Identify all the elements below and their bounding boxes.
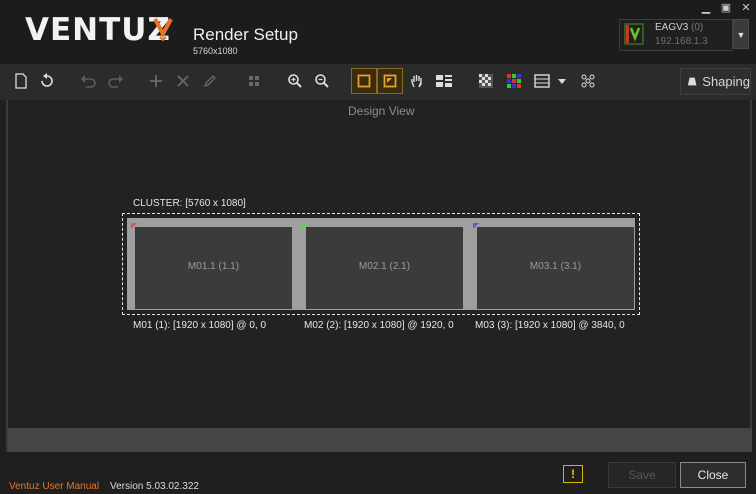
ventuz-logo: VENTUZ [25, 12, 171, 48]
delete-icon [177, 75, 189, 87]
design-view[interactable]: Design View CLUSTER: [5760 x 1080] M01.1… [6, 100, 752, 452]
cluster-area: M01.1 (1.1) M02.1 (2.1) M03.1 (3.1) [127, 218, 635, 310]
layout-list-button[interactable] [431, 68, 457, 94]
logo-mark-icon [153, 18, 173, 42]
monitor-2-corner-marker [302, 223, 308, 229]
color-grid-button[interactable] [501, 68, 527, 94]
redo-icon [108, 75, 123, 88]
monitor-2-caption: M02 (2): [1920 x 1080] @ 1920, 0 [304, 320, 454, 331]
monitor-1-label: M01.1 (1.1) [187, 261, 240, 272]
grid-icon [249, 76, 259, 86]
undo-icon [81, 75, 96, 88]
color-grid-icon [507, 74, 521, 88]
zoom-in-icon [288, 74, 302, 88]
user-manual-link[interactable]: Ventuz User Manual [9, 481, 99, 492]
select-corner-icon [383, 74, 397, 88]
pan-hand-button[interactable] [404, 68, 430, 94]
close-button[interactable]: Close [680, 462, 746, 488]
maximize-button[interactable]: ▣ [720, 1, 732, 14]
test-pattern-icon [534, 74, 550, 88]
monitor-3-corner-marker [473, 223, 479, 229]
monitor-3[interactable]: M03.1 (3.1) [473, 223, 634, 309]
page-title: Render Setup [193, 25, 298, 44]
edit-icon [203, 75, 216, 88]
monitor-1-caption: M01 (1): [1920 x 1080] @ 0, 0 [133, 320, 267, 331]
shaping-label: Shaping [702, 74, 750, 89]
reset-button[interactable] [34, 68, 60, 94]
monitor-2-label: M02.1 (2.1) [358, 261, 411, 272]
test-pattern-dropdown[interactable] [553, 68, 571, 94]
redo-button[interactable] [103, 68, 129, 94]
shaping-button[interactable]: Shaping [680, 68, 751, 95]
new-document-icon [15, 73, 27, 89]
version-label: Version 5.03.02.322 [110, 481, 199, 492]
monitor-1[interactable]: M01.1 (1.1) [131, 223, 292, 309]
device-status-icon [624, 23, 644, 45]
toolbar: Shaping [0, 64, 756, 100]
cluster-frame[interactable]: M01.1 (1.1) M02.1 (2.1) M03.1 (3.1) [122, 213, 640, 315]
device-count: (0) [691, 22, 704, 33]
zoom-out-icon [315, 74, 329, 88]
monitor-3-label: M03.1 (3.1) [529, 261, 582, 272]
monitor-3-caption: M03 (3): [1920 x 1080] @ 3840, 0 [475, 320, 625, 331]
add-button[interactable] [143, 68, 169, 94]
design-view-label: Design View [348, 104, 415, 118]
header-bar: VENTUZ Render Setup 5760x1080 ▁ ▣ ✕ EAGV… [0, 0, 756, 64]
delete-button[interactable] [170, 68, 196, 94]
checker-pattern-icon [479, 74, 493, 88]
checker-pattern-button[interactable] [473, 68, 499, 94]
undo-button[interactable] [75, 68, 101, 94]
device-dropdown-button[interactable]: ▼ [733, 19, 749, 49]
shaping-icon [687, 77, 697, 86]
dropdown-arrow-icon [558, 78, 566, 84]
device-selector[interactable]: EAGV3 (0) 192.168.1.3 [619, 19, 733, 51]
close-window-button[interactable]: ✕ [740, 1, 752, 14]
window-controls: ▁ ▣ ✕ [700, 1, 752, 14]
resolution-subtitle: 5760x1080 [193, 46, 238, 56]
monitor-2[interactable]: M02.1 (2.1) [302, 223, 463, 309]
reset-icon [41, 73, 53, 87]
vertical-divider [750, 100, 752, 428]
select-frame-button[interactable] [351, 68, 377, 94]
select-frame-icon [357, 74, 371, 88]
select-corner-button[interactable] [377, 68, 403, 94]
footer-bar: Ventuz User Manual Version 5.03.02.322 !… [0, 452, 756, 494]
test-pattern-button[interactable] [529, 68, 555, 94]
device-ip: 192.168.1.3 [655, 36, 708, 47]
new-document-button[interactable] [8, 68, 34, 94]
zoom-out-button[interactable] [309, 68, 335, 94]
add-icon [150, 75, 162, 87]
zoom-in-button[interactable] [282, 68, 308, 94]
horizontal-panel-bar[interactable] [8, 428, 752, 452]
grid-button[interactable] [241, 68, 267, 94]
dot-pattern-icon [581, 74, 595, 88]
device-name: EAGV3 [655, 22, 689, 33]
layout-list-icon [436, 75, 452, 87]
monitor-1-corner-marker [131, 223, 137, 229]
minimize-button[interactable]: ▁ [700, 1, 712, 14]
pan-hand-icon [411, 75, 422, 88]
edit-button[interactable] [197, 68, 223, 94]
save-button[interactable]: Save [608, 462, 676, 488]
warning-icon[interactable]: ! [563, 465, 583, 483]
cluster-label: CLUSTER: [5760 x 1080] [133, 198, 246, 209]
dot-pattern-button[interactable] [575, 68, 601, 94]
